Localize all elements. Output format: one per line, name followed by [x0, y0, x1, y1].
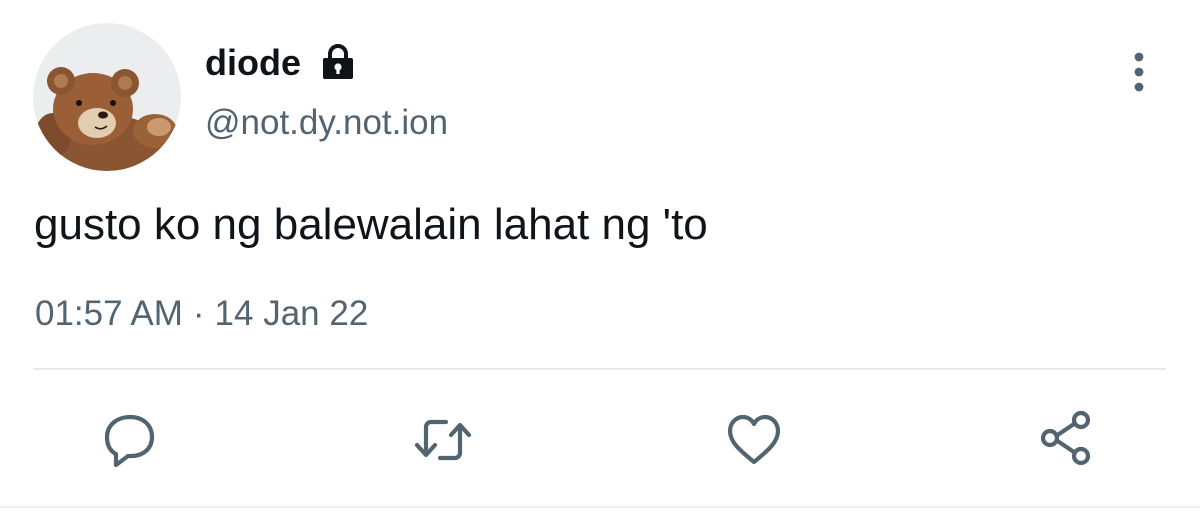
more-vertical-icon	[1134, 52, 1144, 92]
tweet-time[interactable]: 01:57 AM	[35, 294, 183, 333]
author-handle[interactable]: @not.dy.not.ion	[205, 103, 448, 143]
meta-separator: ·	[192, 294, 205, 333]
lock-icon	[319, 44, 357, 82]
share-icon	[1040, 410, 1091, 466]
tweet-text: gusto ko ng balewalain lahat ng 'to	[34, 200, 708, 249]
author-display-name[interactable]: diode	[205, 42, 301, 84]
tweet-meta: 01:57 AM · 14 Jan 22	[35, 294, 368, 334]
reply-icon	[104, 414, 155, 468]
bottom-divider	[0, 506, 1200, 508]
tweet-date[interactable]: 14 Jan 22	[215, 294, 369, 333]
reply-button[interactable]	[98, 408, 162, 472]
retweet-icon	[414, 419, 472, 461]
retweet-button[interactable]	[411, 408, 475, 472]
avatar[interactable]	[33, 23, 181, 171]
teddy-bear-avatar	[33, 23, 181, 171]
author-row: diode	[205, 40, 357, 86]
action-bar	[0, 408, 1200, 472]
heart-icon	[727, 414, 781, 465]
more-options-button[interactable]	[1120, 50, 1158, 94]
divider	[33, 368, 1166, 370]
like-button[interactable]	[722, 408, 786, 472]
share-button[interactable]	[1035, 408, 1099, 472]
